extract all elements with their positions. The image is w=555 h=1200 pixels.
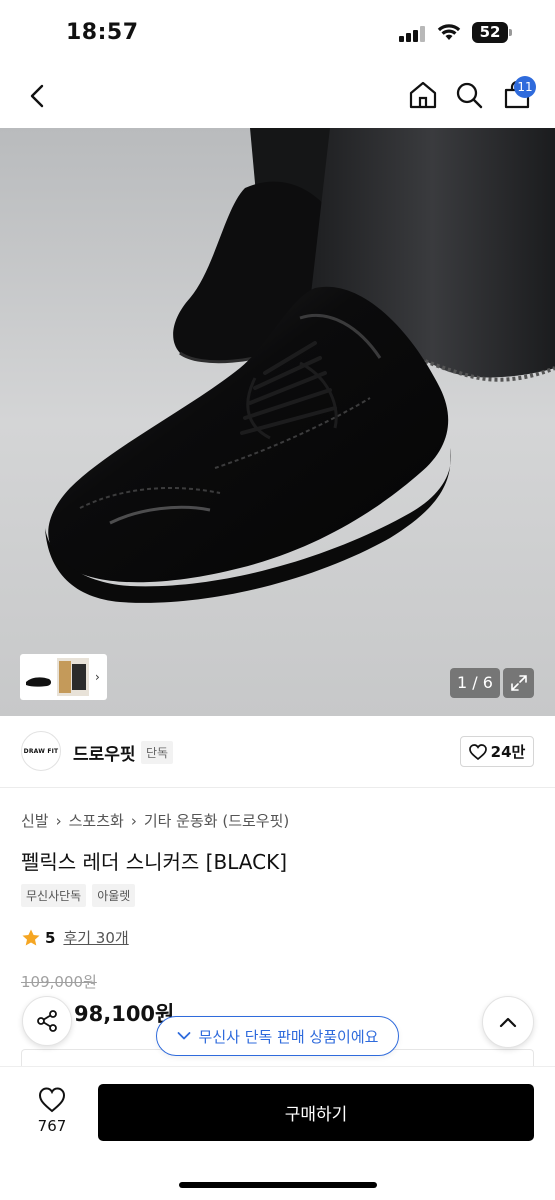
share-button[interactable] bbox=[22, 996, 72, 1046]
search-button[interactable] bbox=[450, 76, 488, 114]
chevron-up-icon bbox=[499, 1017, 517, 1028]
product-tag: 무신사단독 bbox=[21, 884, 87, 907]
status-bar: 18:57 52 bbox=[0, 0, 555, 64]
bottom-action-bar: 767 구매하기 bbox=[0, 1066, 555, 1200]
brand-like-button[interactable]: 24만 bbox=[460, 736, 534, 767]
brand-logo[interactable]: DRAW FIT bbox=[21, 731, 61, 771]
heart-icon bbox=[468, 743, 487, 760]
scroll-top-button[interactable] bbox=[482, 996, 534, 1048]
product-image[interactable] bbox=[0, 128, 555, 716]
wifi-icon bbox=[437, 24, 461, 40]
wishlist-button[interactable]: 767 bbox=[22, 1087, 82, 1147]
cart-count-badge: 11 bbox=[514, 76, 536, 98]
home-icon bbox=[409, 81, 437, 109]
expand-icon bbox=[510, 675, 527, 691]
share-icon bbox=[37, 1010, 57, 1032]
battery-icon: 52 bbox=[472, 22, 512, 43]
product-photo-illustration bbox=[0, 128, 555, 716]
heart-icon bbox=[38, 1087, 66, 1113]
original-price: 109,000원 bbox=[21, 973, 97, 991]
home-indicator bbox=[179, 1182, 377, 1188]
chevron-down-icon bbox=[177, 1032, 190, 1040]
thumbnail-image bbox=[57, 658, 89, 696]
search-icon bbox=[456, 82, 483, 109]
expand-image-button[interactable] bbox=[503, 668, 534, 698]
product-title: 펠릭스 레더 스니커즈 [BLACK] bbox=[21, 850, 288, 874]
breadcrumb-item[interactable]: 기타 운동화 (드로우핏) bbox=[144, 810, 289, 831]
app-header bbox=[0, 64, 555, 128]
chevron-right-icon: › bbox=[55, 811, 62, 830]
back-arrow-icon bbox=[30, 84, 44, 108]
brand-row: DRAW FIT 드로우핏 단독 24만 bbox=[0, 716, 555, 788]
brand-name[interactable]: 드로우핏 bbox=[73, 740, 136, 765]
cellular-signal-icon bbox=[399, 26, 429, 42]
status-time: 18:57 bbox=[66, 20, 139, 45]
brand-exclusive-tag: 단독 bbox=[141, 741, 174, 764]
thumbnail-arrow-icon: › bbox=[95, 670, 100, 684]
product-tag: 아울렛 bbox=[92, 884, 136, 907]
thumbnail-image bbox=[23, 658, 55, 696]
rating-score: 5 bbox=[45, 928, 56, 947]
star-icon bbox=[22, 929, 40, 945]
battery-level: 52 bbox=[472, 22, 508, 43]
back-button[interactable] bbox=[20, 78, 56, 114]
breadcrumb: 신발 › 스포츠화 › 기타 운동화 (드로우핏) bbox=[21, 810, 289, 831]
review-count-link[interactable]: 후기 30개 bbox=[63, 927, 128, 948]
image-page-counter: 1 / 6 bbox=[450, 668, 500, 698]
product-tags: 무신사단독 아울렛 bbox=[21, 884, 136, 907]
wishlist-count: 767 bbox=[37, 1117, 67, 1135]
brand-like-count: 24만 bbox=[490, 743, 526, 761]
chevron-right-icon: › bbox=[130, 811, 137, 830]
breadcrumb-item[interactable]: 스포츠화 bbox=[69, 810, 124, 831]
exclusive-notice-pill[interactable]: 무신사 단독 판매 상품이에요 bbox=[156, 1016, 399, 1056]
home-button[interactable] bbox=[404, 76, 442, 114]
rating-row: 5 후기 30개 bbox=[21, 927, 129, 948]
exclusive-notice-text: 무신사 단독 판매 상품이에요 bbox=[198, 1027, 379, 1046]
buy-button[interactable]: 구매하기 bbox=[98, 1084, 534, 1141]
thumbnail-strip[interactable]: › bbox=[20, 654, 107, 700]
breadcrumb-item[interactable]: 신발 bbox=[21, 810, 49, 831]
